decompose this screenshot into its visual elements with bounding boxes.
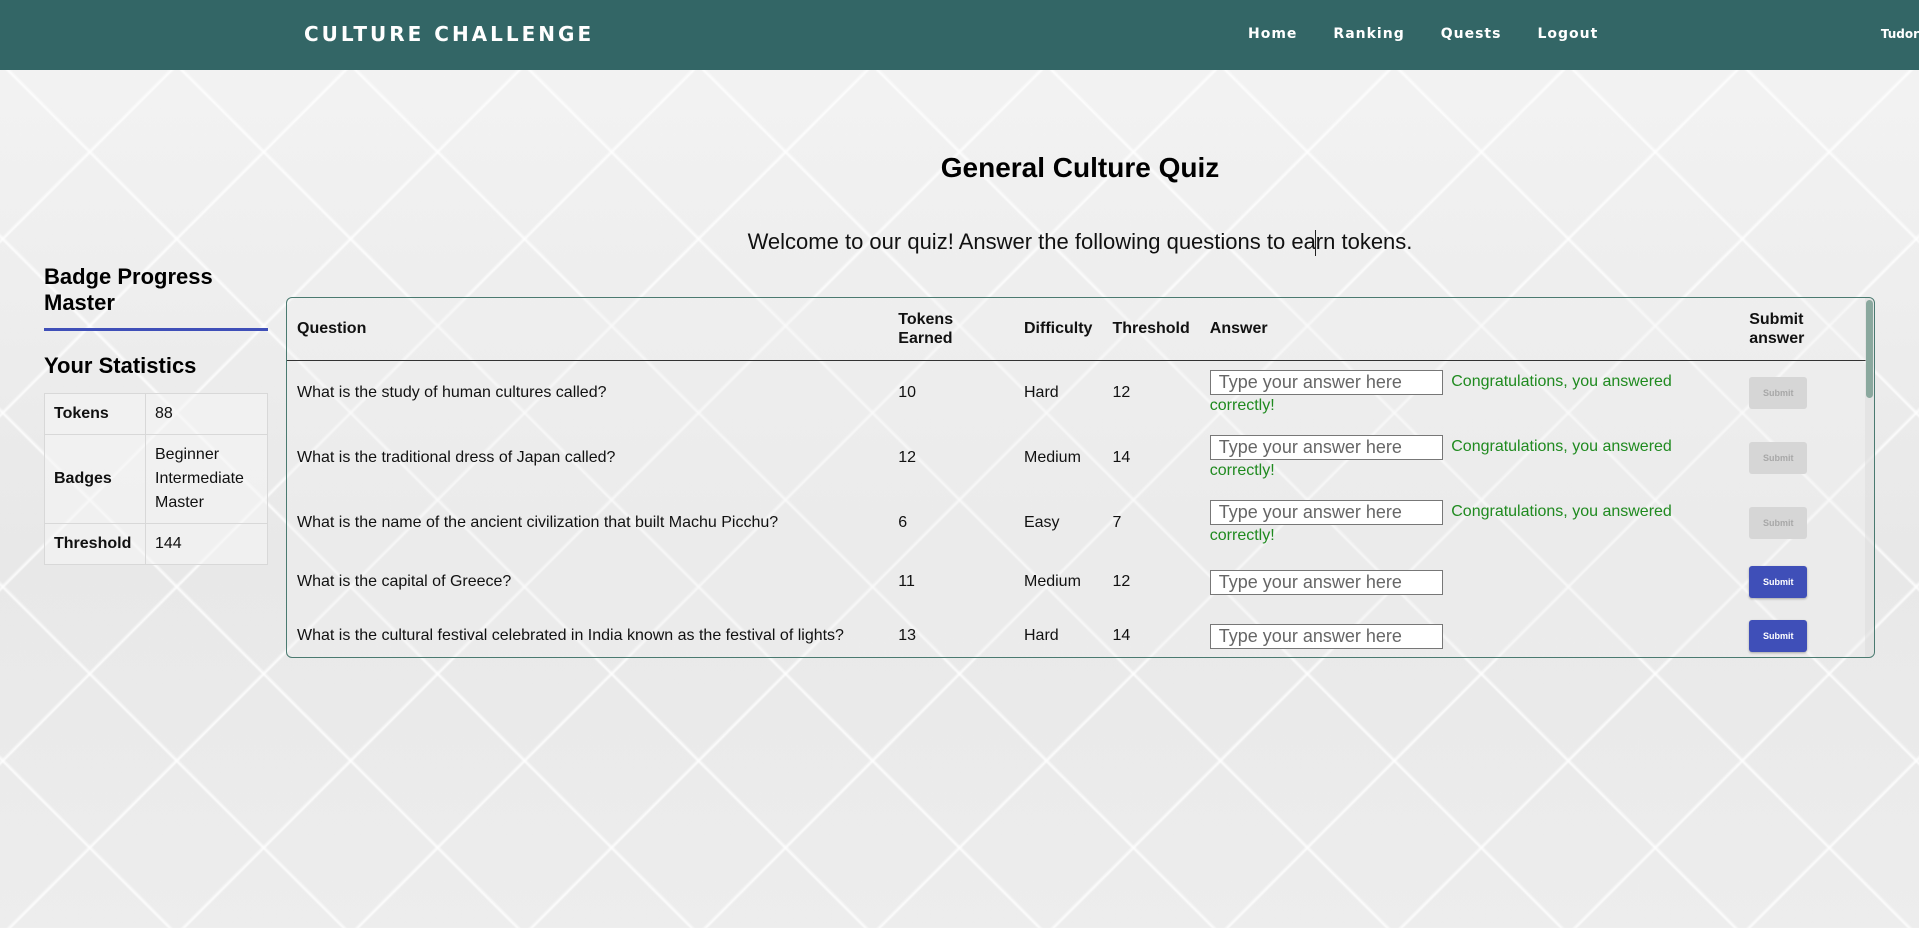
nav-quests-link[interactable]: Quests	[1441, 26, 1502, 42]
tokens-earned: 12	[898, 448, 917, 466]
badge-divider	[44, 328, 268, 331]
statistics-title: Your Statistics	[44, 353, 197, 378]
answer-cell	[1200, 609, 1739, 657]
stats-value: Beginner Intermediate Master	[145, 434, 268, 524]
stats-row-threshold: Threshold 144	[44, 523, 268, 565]
submit-cell: Submit	[1739, 609, 1867, 657]
text-cursor	[1315, 230, 1316, 256]
answer-cell: Congratulations, you answered correctly!	[1200, 490, 1739, 555]
nav-links: Home Ranking Quests Logout	[1248, 26, 1634, 42]
nav-home-link[interactable]: Home	[1248, 26, 1297, 42]
header-answer: Answer	[1199, 298, 1740, 361]
difficulty: Hard	[1023, 383, 1059, 401]
badge-item: Master	[155, 494, 204, 511]
table-row: What is the traditional dress of Japan c…	[287, 425, 1867, 490]
quiz-table: Question Tokens Earned Difficulty Thresh…	[287, 298, 1867, 657]
nav-logout-link[interactable]: Logout	[1537, 26, 1598, 42]
answer-input[interactable]	[1209, 569, 1443, 595]
table-scrollbar[interactable]	[1865, 298, 1874, 657]
threshold: 14	[1112, 448, 1131, 466]
answer-input[interactable]	[1209, 499, 1443, 525]
threshold: 12	[1112, 573, 1131, 590]
header-question: Question	[287, 298, 889, 361]
submit-button[interactable]: Submit	[1749, 620, 1808, 652]
page-title: General Culture Quiz	[940, 152, 1220, 183]
stats-row-badges: Badges Beginner Intermediate Master	[44, 434, 268, 524]
table-row: What is the cultural festival celebrated…	[287, 609, 1867, 657]
submit-cell: Submit	[1739, 555, 1867, 609]
header-difficulty: Difficulty	[1013, 298, 1103, 361]
submit-button[interactable]: Submit	[1749, 566, 1808, 598]
tokens-earned: 11	[898, 573, 915, 590]
question-text: What is the study of human cultures call…	[297, 383, 607, 401]
question-text: What is the name of the ancient civiliza…	[297, 513, 779, 531]
question-text: What is the traditional dress of Japan c…	[297, 448, 616, 466]
stats-value: 88	[145, 393, 268, 435]
question-text: What is the capital of Greece?	[297, 573, 512, 590]
submit-cell: Submit	[1739, 490, 1867, 555]
quiz-table-header: Question Tokens Earned Difficulty Thresh…	[287, 298, 1867, 361]
stats-label: Tokens	[44, 393, 146, 435]
submit-button[interactable]: Submit	[1749, 441, 1808, 474]
question-text: What is the cultural festival celebrated…	[297, 627, 844, 644]
threshold: 14	[1112, 627, 1131, 644]
badge-item: Intermediate	[155, 470, 244, 487]
header-threshold: Threshold	[1102, 298, 1200, 361]
answer-input[interactable]	[1209, 369, 1443, 395]
difficulty: Medium	[1023, 448, 1081, 466]
difficulty: Medium	[1023, 573, 1081, 590]
answer-cell	[1200, 555, 1739, 609]
answer-cell: Congratulations, you answered correctly!	[1200, 360, 1739, 425]
statistics-table: Tokens 88 Badges Beginner Intermediate M…	[44, 393, 268, 565]
sidebar: Badge Progress Master Your Statistics To…	[44, 264, 268, 565]
brand-logo[interactable]: CULTURE CHALLENGE	[304, 22, 594, 46]
user-name[interactable]: Tudor	[1881, 27, 1919, 41]
quiz-intro-text: Welcome to our quiz! Answer the followin…	[747, 229, 1413, 254]
header-tokens-earned: Tokens Earned	[888, 298, 1014, 361]
answer-cell: Congratulations, you answered correctly!	[1200, 425, 1739, 490]
tokens-earned: 6	[898, 513, 908, 531]
stats-label: Badges	[44, 434, 146, 524]
answer-input[interactable]	[1209, 434, 1443, 460]
answer-input[interactable]	[1209, 623, 1443, 649]
submit-button[interactable]: Submit	[1749, 376, 1808, 409]
tokens-earned: 10	[898, 383, 917, 401]
submit-button[interactable]: Submit	[1749, 506, 1808, 539]
top-navbar: CULTURE CHALLENGE Home Ranking Quests Lo…	[0, 0, 1919, 70]
submit-cell: Submit	[1739, 360, 1867, 425]
quiz-table-container: Question Tokens Earned Difficulty Thresh…	[286, 297, 1875, 658]
table-row: What is the capital of Greece? 11 Medium…	[287, 555, 1867, 609]
tokens-earned: 13	[898, 627, 917, 644]
badge-progress-title: Badge Progress Master	[44, 264, 213, 315]
stats-row-tokens: Tokens 88	[44, 393, 268, 435]
table-row: What is the study of human cultures call…	[287, 360, 1867, 425]
scrollbar-thumb[interactable]	[1866, 300, 1873, 398]
submit-cell: Submit	[1739, 425, 1867, 490]
difficulty: Hard	[1023, 627, 1059, 644]
nav-ranking-link[interactable]: Ranking	[1333, 26, 1404, 42]
stats-value: 144	[145, 523, 268, 565]
stats-label: Threshold	[44, 523, 146, 565]
threshold: 7	[1112, 513, 1122, 531]
badge-item: Beginner	[155, 446, 220, 463]
header-submit-answer: Submit answer	[1739, 298, 1867, 361]
threshold: 12	[1112, 383, 1131, 401]
difficulty: Easy	[1023, 513, 1060, 531]
table-row: What is the name of the ancient civiliza…	[287, 490, 1867, 555]
